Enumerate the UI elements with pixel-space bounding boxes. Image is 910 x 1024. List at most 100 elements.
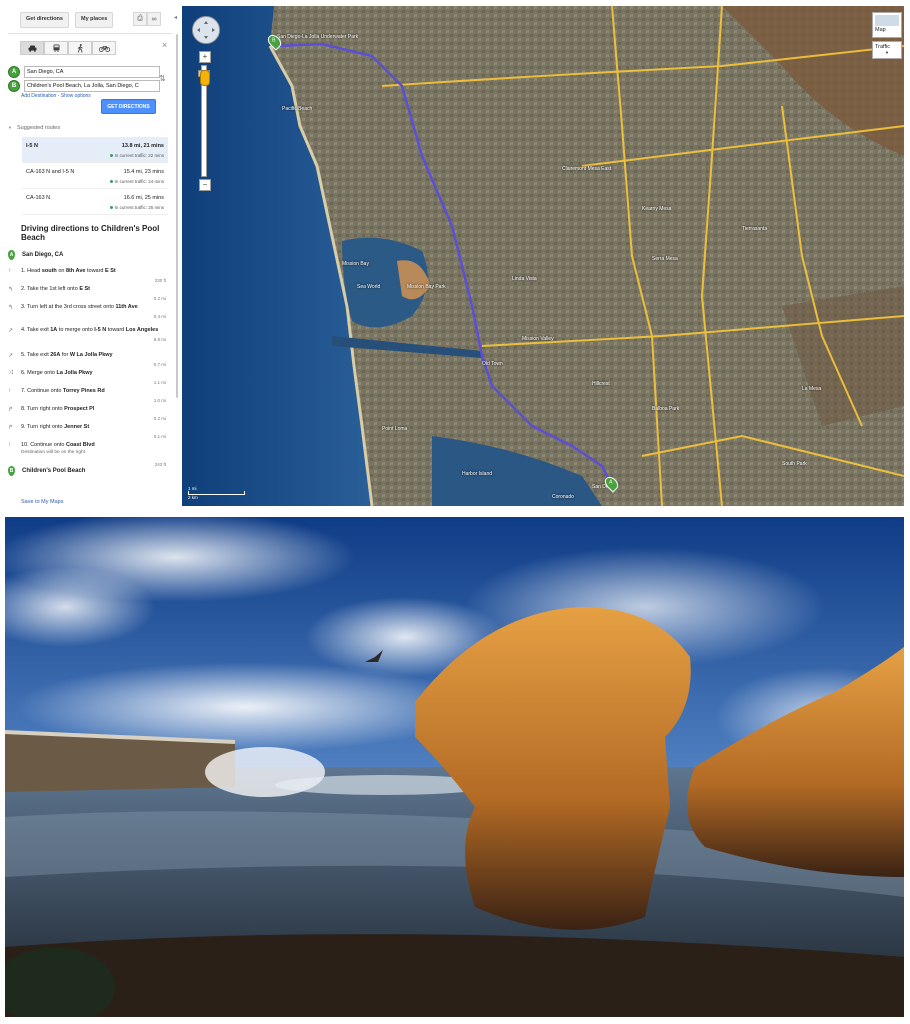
map-label: Coronado <box>552 494 574 500</box>
step-distance: 1.1 mi <box>153 380 166 385</box>
my-places-tab[interactable]: My places <box>74 12 114 28</box>
step-mid: to merge onto <box>57 327 95 333</box>
zoom-in-button[interactable]: + <box>199 51 211 63</box>
route-distance: 16.6 mi, 25 mins <box>123 195 164 201</box>
map-type-button[interactable]: Map <box>872 12 902 38</box>
get-directions-button[interactable]: GET DIRECTIONS <box>101 99 156 114</box>
directions-panel: Get directions My places ⎙ ∞ ◂ × A San D… <box>0 0 178 512</box>
step-b2: I-5 N <box>94 327 107 333</box>
destination-input[interactable]: Children's Pool Beach, La Jolla, San Die… <box>24 80 160 92</box>
show-options-link[interactable]: Show options <box>61 93 91 99</box>
map-label: Linda Vista <box>512 276 537 282</box>
dropdown-arrow-icon: ▼ <box>885 50 889 55</box>
merge-icon: ⤨ <box>8 370 13 376</box>
map-type-label: Map <box>875 27 886 33</box>
step-text: 6. Merge onto La Jolla Pkwy <box>21 370 171 377</box>
link-icon[interactable]: ∞ <box>147 12 161 26</box>
travel-modes <box>20 41 116 55</box>
traffic-button[interactable]: Traffic ▼ <box>872 41 902 59</box>
step-text: 5. Take exit 26A for W La Jolla Pkwy <box>21 352 171 359</box>
pan-control-icon[interactable] <box>192 16 220 44</box>
step-distance: 0.4 mi <box>153 314 166 319</box>
swap-waypoints-icon[interactable]: ⇅ <box>159 74 166 83</box>
step-text: 7. Continue onto Torrey Pines Rd <box>21 388 171 395</box>
ramp-right-icon: ↗ <box>8 353 14 359</box>
close-icon[interactable]: × <box>162 40 167 50</box>
step-post: toward <box>106 327 126 333</box>
route-option[interactable]: I-5 N 13.8 mi, 21 mins In current traffi… <box>22 137 168 163</box>
step-n: 10. <box>21 442 31 448</box>
waypoint-a: A San Diego, CA <box>8 66 160 78</box>
walk-icon[interactable] <box>68 41 92 55</box>
step-pre: Take exit <box>27 327 51 333</box>
step-pre: Continue onto <box>30 442 66 448</box>
step-pre: Continue onto <box>27 388 63 394</box>
map-label: Clairemont Mesa East <box>562 166 612 172</box>
origin-name: San Diego, CA <box>22 252 64 258</box>
step-b1: south <box>41 268 57 274</box>
step-b1: La Jolla Pkwy <box>56 370 93 376</box>
route-name: CA-163 N <box>26 195 51 201</box>
step-b3: Los Angeles <box>125 327 159 333</box>
route-name: I-5 N <box>26 143 38 149</box>
route-traffic: In current traffic: 24 mins <box>109 179 164 184</box>
step-pre: Take exit <box>27 352 51 358</box>
step-text: 3. Turn left at the 3rd cross street ont… <box>21 304 171 311</box>
step-pre: Head <box>27 268 42 274</box>
step-distance: 1.0 mi <box>153 398 166 403</box>
map-label: Mission Valley <box>522 336 554 342</box>
zoom-out-button[interactable]: − <box>199 179 211 191</box>
route-traffic-text: In current traffic: 22 mins <box>114 153 164 158</box>
scrollbar[interactable] <box>176 34 178 398</box>
marker-a-icon: A <box>8 66 20 78</box>
get-directions-tab[interactable]: Get directions <box>20 12 69 28</box>
route-traffic-text: In current traffic: 24 mins <box>114 179 164 184</box>
step-b1: Jenner St <box>64 424 90 430</box>
step-text: 4. Take exit 1A to merge onto I-5 N towa… <box>21 327 171 334</box>
print-icon[interactable]: ⎙ <box>133 12 147 26</box>
map-label: Hillcrest <box>592 381 610 387</box>
save-to-my-maps-link[interactable]: Save to My Maps <box>21 499 64 505</box>
step-pre: Turn left at the 3rd cross street onto <box>27 304 116 310</box>
bike-icon[interactable] <box>92 41 116 55</box>
route-option[interactable]: CA-163 N 16.6 mi, 25 mins In current tra… <box>22 189 168 215</box>
transit-icon[interactable] <box>44 41 68 55</box>
car-icon[interactable] <box>20 41 44 55</box>
coastal-rock-photo <box>5 517 904 1017</box>
collapse-panel-icon[interactable]: ◂ <box>174 14 177 21</box>
step-mid: on <box>56 268 66 274</box>
turn-right-icon: ↱ <box>8 407 14 413</box>
divider <box>8 33 172 34</box>
step-pre: Turn right onto <box>27 424 65 430</box>
route-traffic: In current traffic: 22 mins <box>109 153 164 158</box>
start-input[interactable]: San Diego, CA <box>24 66 160 78</box>
panel-icon-buttons: ⎙ ∞ <box>133 12 161 26</box>
marker-b-icon: B <box>8 80 20 92</box>
step-distance: 0.2 mi <box>153 416 166 421</box>
pegman-icon[interactable] <box>200 70 210 86</box>
step-pre: Merge onto <box>27 370 57 376</box>
suggested-routes-label: Suggested routes <box>16 125 61 131</box>
map-label: Kearny Mesa <box>642 206 672 212</box>
satellite-map[interactable]: San Diego-La Jolla Underwater Park Missi… <box>182 6 904 506</box>
map-label: Mission Bay Park <box>407 284 446 290</box>
map-label: Pacific Beach <box>282 106 313 112</box>
map-label: La Mesa <box>802 386 822 392</box>
directions-title: Driving directions to Children's Pool Be… <box>21 224 160 242</box>
route-distance: 13.8 mi, 21 mins <box>121 143 164 149</box>
map-label: Harbor Island <box>462 471 493 477</box>
route-traffic: In current traffic: 25 mins <box>109 205 164 210</box>
add-destination-link[interactable]: Add Destination <box>21 93 56 99</box>
traffic-dot-icon <box>109 206 113 210</box>
step-distance: 0.2 mi <box>153 296 166 301</box>
map-label: Serra Mesa <box>652 256 678 262</box>
ramp-right-icon: ↗ <box>8 328 14 334</box>
step-b1: E St <box>79 286 91 292</box>
traffic-dot-icon <box>109 180 113 184</box>
step-mid: for <box>60 352 70 358</box>
scale-km: 2 km <box>188 495 198 500</box>
sandstone-rock-icon <box>5 517 904 1017</box>
map-label: Sea World <box>357 284 381 290</box>
suggested-routes-heading[interactable]: ▼ Suggested routes <box>8 125 60 131</box>
route-option[interactable]: CA-163 N and I-5 N 15.4 mi, 23 mins In c… <box>22 163 168 189</box>
